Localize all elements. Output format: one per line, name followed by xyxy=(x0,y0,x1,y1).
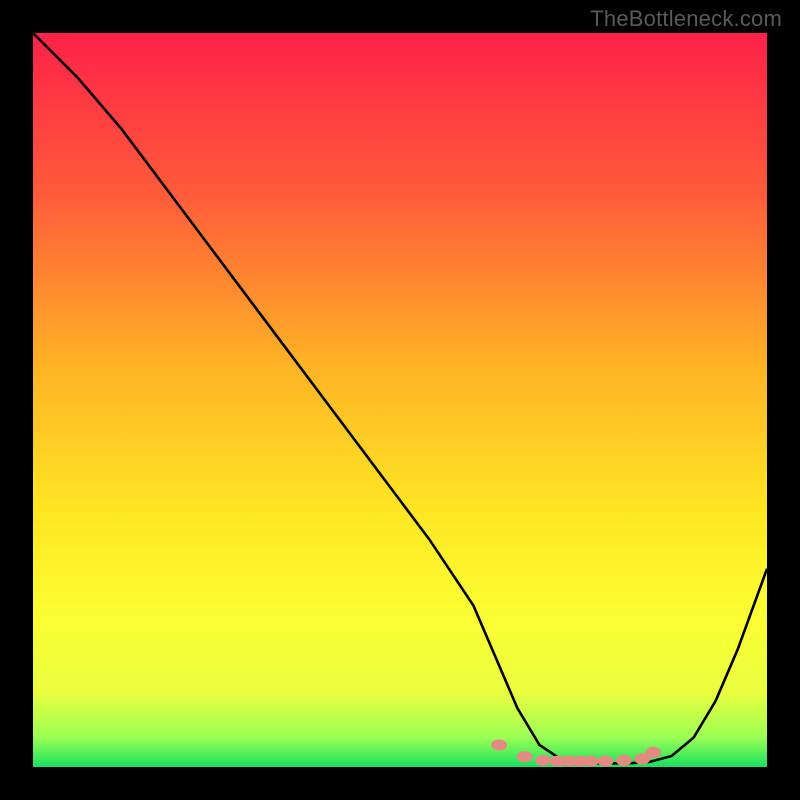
gradient-background xyxy=(33,33,767,767)
plot-area xyxy=(33,33,767,767)
chart-stage: TheBottleneck.com xyxy=(0,0,800,800)
watermark-text: TheBottleneck.com xyxy=(590,6,782,32)
bottleneck-chart xyxy=(33,33,767,767)
